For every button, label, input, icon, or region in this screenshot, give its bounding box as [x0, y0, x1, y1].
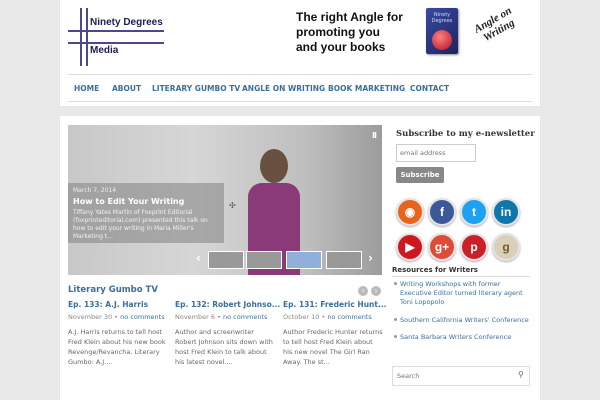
slide-title[interactable]: How to Edit Your Writing: [73, 197, 219, 206]
resource-link[interactable]: Writing Workshops with former Executive …: [394, 280, 530, 307]
post-comments-link[interactable]: no comments: [120, 313, 164, 321]
slider-thumb[interactable]: [208, 251, 244, 269]
youtube-icon[interactable]: ▶: [396, 233, 424, 261]
bullet-icon: [394, 282, 397, 285]
email-field[interactable]: [396, 144, 476, 162]
site-logo[interactable]: Ninety Degrees Media: [68, 8, 168, 68]
logo-line: [86, 8, 88, 66]
bullet-icon: [394, 318, 397, 321]
resource-label[interactable]: Writing Workshops with former Executive …: [394, 280, 530, 307]
logo-text: Ninety Degrees: [90, 17, 163, 28]
pinterest-icon[interactable]: p: [460, 233, 488, 261]
nav-contact[interactable]: CONTACT: [410, 84, 449, 93]
banner-line: The right Angle for: [296, 10, 403, 24]
subscribe-button[interactable]: Subscribe: [396, 167, 444, 183]
post-title[interactable]: Ep. 133: A.J. Harris: [68, 300, 168, 309]
post-date: October 10: [283, 313, 320, 321]
header-banner-text: The right Angle for promoting you and yo…: [296, 10, 420, 55]
banner-line: and your books: [296, 40, 386, 54]
rss-icon[interactable]: ◉: [396, 198, 424, 226]
slide-date: March 7, 2014: [73, 187, 117, 194]
divider: [392, 276, 530, 277]
post-card: Ep. 132: Robert Johnso... November 6 • n…: [175, 300, 280, 367]
pause-icon[interactable]: II: [372, 131, 377, 140]
search-input[interactable]: [392, 366, 530, 386]
slider-thumb[interactable]: [246, 251, 282, 269]
post-meta: October 10 • no comments: [283, 313, 383, 321]
carousel-prev-icon[interactable]: ‹: [358, 286, 368, 296]
logo-line: [80, 8, 82, 66]
slider-thumb[interactable]: [286, 251, 322, 269]
search-icon[interactable]: ⚲: [518, 370, 524, 379]
meta-separator: •: [321, 313, 326, 321]
post-excerpt: A.J. Harris returns to tell host Fred Kl…: [68, 328, 166, 366]
featured-slider[interactable]: II March 7, 2014 How to Edit Your Writin…: [68, 125, 382, 275]
presenter-head: [260, 149, 288, 183]
nav-home[interactable]: HOME: [74, 84, 99, 93]
logo-line: [68, 42, 164, 44]
goodreads-icon[interactable]: g: [492, 233, 520, 261]
slider-thumb[interactable]: [326, 251, 362, 269]
carousel-next-icon[interactable]: ›: [371, 286, 381, 296]
resource-link[interactable]: Santa Barbara Writers Conference: [394, 333, 530, 342]
post-excerpt: Author and screenwriter Robert Johnson s…: [175, 328, 273, 366]
post-title[interactable]: Ep. 132: Robert Johnso...: [175, 300, 280, 309]
post-date: November 6: [175, 313, 216, 321]
post-comments-link[interactable]: no comments: [223, 313, 267, 321]
nav-about[interactable]: ABOUT: [112, 84, 141, 93]
main-nav: HOME ABOUT LITERARY GUMBO TV ANGLE ON WR…: [68, 74, 532, 102]
page-container: Ninety Degrees Media The right Angle for…: [60, 0, 540, 400]
nav-angle-on-writing[interactable]: ANGLE ON WRITING: [242, 84, 325, 93]
post-card: Ep. 133: A.J. Harris November 30 • no co…: [68, 300, 168, 367]
resource-label[interactable]: Southern California Writers' Conference: [394, 316, 530, 325]
logo-text: Media: [90, 45, 119, 56]
newsletter-title: Subscribe to my e-newsletter: [396, 129, 535, 139]
ball-graphic: [432, 30, 452, 50]
post-meta: November 6 • no comments: [175, 313, 275, 321]
facebook-icon[interactable]: f: [428, 198, 456, 226]
slider-thumbnails: [196, 251, 378, 271]
post-title[interactable]: Ep. 131: Frederic Hunt...: [283, 300, 387, 309]
meta-separator: •: [217, 313, 221, 321]
loading-icon: ✣: [229, 201, 236, 210]
post-excerpt: Author Frederic Hunter returns to tell h…: [283, 328, 383, 366]
book-label: Ninety Degrees: [431, 12, 453, 24]
resource-label[interactable]: Santa Barbara Writers Conference: [394, 333, 530, 342]
bullet-icon: [394, 335, 397, 338]
linkedin-icon[interactable]: in: [492, 198, 520, 226]
post-date: November 30: [68, 313, 113, 321]
slide-caption[interactable]: March 7, 2014 How to Edit Your Writing T…: [68, 183, 224, 243]
post-comments-link[interactable]: no comments: [327, 313, 371, 321]
section-title[interactable]: Literary Gumbo TV: [68, 285, 158, 295]
post-card: Ep. 131: Frederic Hunt... October 10 • n…: [283, 300, 387, 367]
logo-line: [68, 30, 164, 32]
resource-link[interactable]: Southern California Writers' Conference: [394, 316, 530, 325]
banner-line: promoting you: [296, 25, 380, 39]
twitter-icon[interactable]: t: [460, 198, 488, 226]
nav-book-marketing[interactable]: BOOK MARKETING: [328, 84, 405, 93]
meta-separator: •: [114, 313, 119, 321]
post-meta: November 30 • no comments: [68, 313, 168, 321]
slide-text: Tiffany Yates Martin of Foxprint Editori…: [73, 209, 208, 240]
angle-on-writing-logo: Angle on Writing: [463, 0, 539, 69]
book-image: Ninety Degrees: [426, 8, 458, 54]
content-divider: [60, 106, 540, 116]
resources-title: Resources for Writers: [392, 266, 478, 274]
google-plus-icon[interactable]: g+: [428, 233, 456, 261]
slider-next-arrow-icon[interactable]: ›: [368, 251, 373, 265]
nav-literary-gumbo-tv[interactable]: LITERARY GUMBO TV: [152, 84, 240, 93]
